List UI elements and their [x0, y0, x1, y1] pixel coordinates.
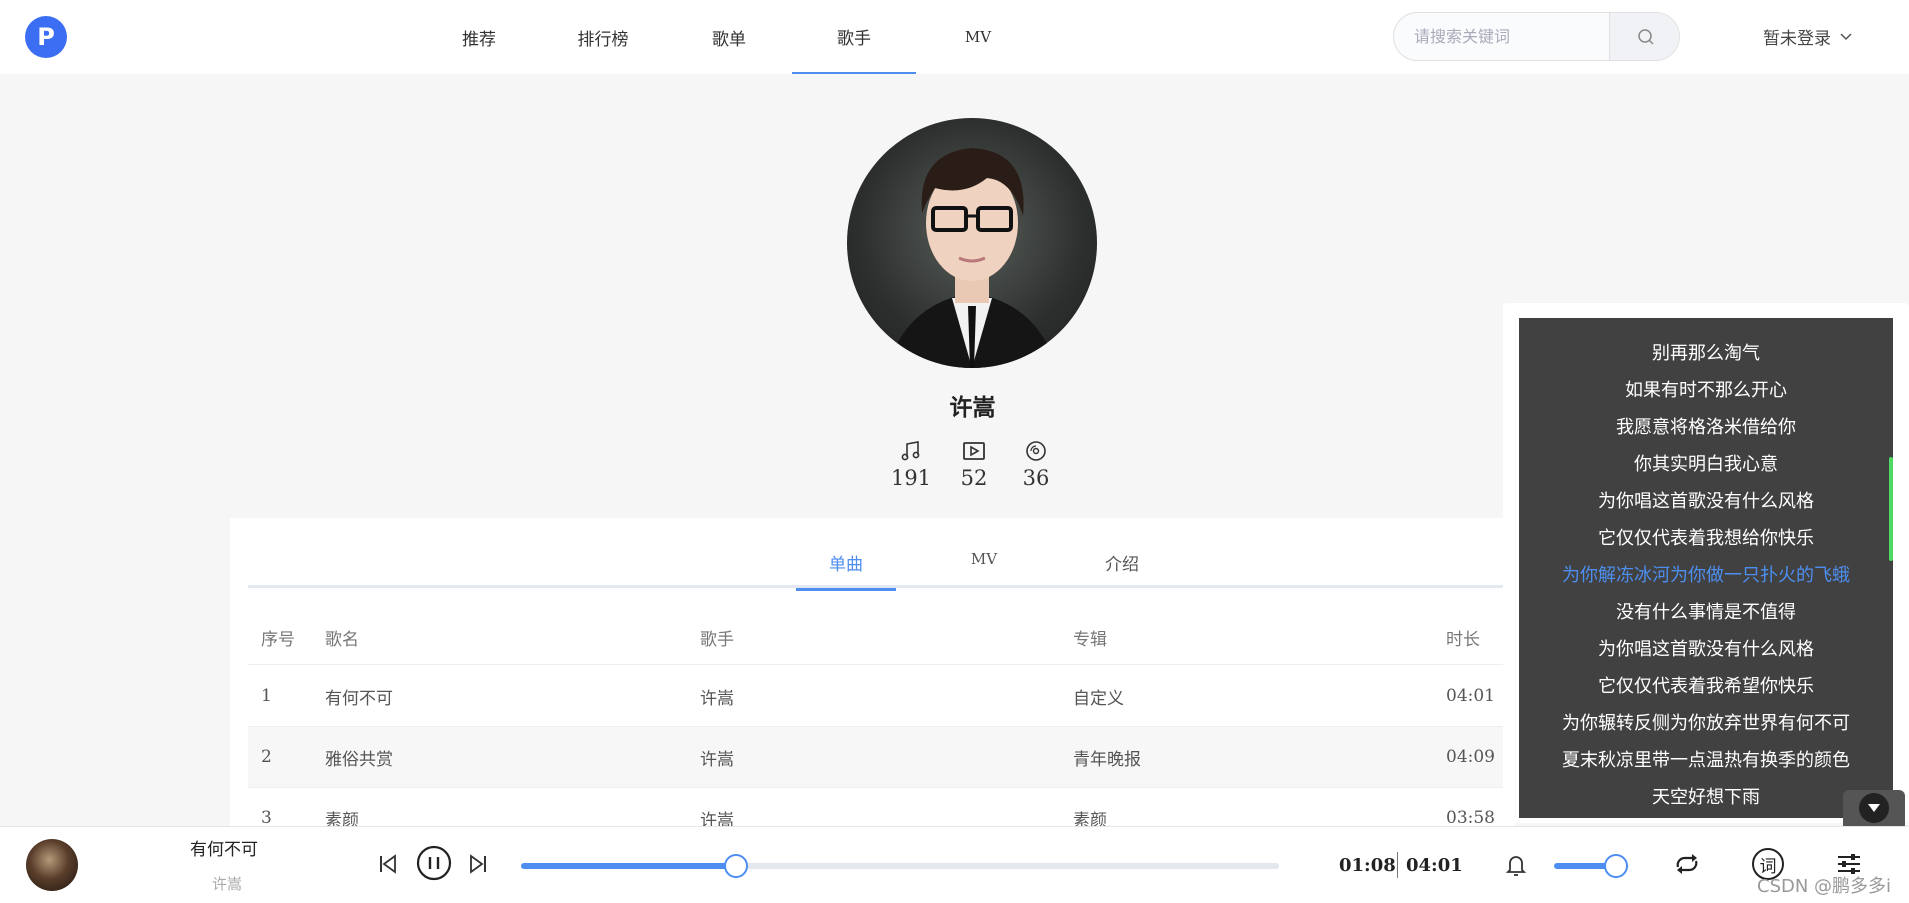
music-note-icon — [901, 441, 920, 461]
watermark: CSDN @鹏多多i — [1757, 876, 1892, 897]
artist-photo — [887, 148, 1057, 368]
volume-slider[interactable] — [1554, 854, 1629, 878]
artist-stats: 191 52 36 — [880, 440, 1070, 500]
lyrics-panel: 别再那么淘气 如果有时不那么开心 我愿意将格洛米借给你 你其实明白我心意 为你唱… — [1503, 303, 1909, 823]
artist-avatar — [847, 118, 1097, 368]
now-playing-title[interactable]: 有何不可 — [190, 835, 258, 860]
lyrics-collapse-button[interactable] — [1843, 790, 1905, 826]
tab-intro[interactable]: 介绍 — [1072, 550, 1172, 588]
row-name[interactable]: 雅俗共赏 — [325, 727, 393, 787]
lyric-line: 我愿意将格洛米借给你 — [1616, 417, 1796, 438]
lyric-line: 你其实明白我心意 — [1634, 454, 1778, 475]
lyric-line: 它仅仅代表着我想给你快乐 — [1598, 528, 1814, 549]
skip-next-icon — [470, 854, 486, 874]
lyric-line-current: 为你解冻冰河为你做一只扑火的飞蛾 — [1562, 565, 1850, 586]
lyrics-scrollbar[interactable] — [1889, 457, 1893, 561]
song-count: 191 — [890, 466, 932, 490]
app-logo[interactable]: P — [25, 16, 67, 58]
row-index: 2 — [261, 747, 272, 767]
album-disc-icon — [1026, 441, 1046, 461]
player-bar: 有何不可 许嵩 01:08 04:01 词 — [0, 826, 1909, 903]
bell-icon — [1505, 856, 1527, 876]
chevron-down-icon — [1840, 32, 1852, 40]
lyric-line: 如果有时不那么开心 — [1625, 380, 1787, 401]
top-header: P 推荐 排行榜 歌单 歌手 MV 暂未登录 — [0, 0, 1909, 74]
artist-name: 许嵩 — [949, 394, 996, 421]
lyric-line: 它仅仅代表着我希望你快乐 — [1598, 676, 1814, 697]
row-duration: 04:01 — [1446, 686, 1495, 706]
col-album: 专辑 — [1073, 629, 1107, 650]
prev-button[interactable] — [378, 853, 398, 875]
lyrics-scroll-area[interactable]: 别再那么淘气 如果有时不那么开心 我愿意将格洛米借给你 你其实明白我心意 为你唱… — [1519, 318, 1893, 818]
lyric-line: 为你辗转反侧为你放弃世界有何不可 — [1562, 713, 1850, 734]
search-box — [1393, 12, 1680, 61]
table-row[interactable]: 2 雅俗共赏 许嵩 青年晚报 04:09 — [248, 727, 1515, 788]
col-index: 序号 — [261, 629, 295, 650]
search-input[interactable] — [1394, 13, 1609, 60]
volume-handle[interactable] — [1603, 854, 1628, 878]
skip-previous-icon — [380, 854, 396, 874]
total-time: 04:01 — [1406, 855, 1463, 876]
nav-artists[interactable]: 歌手 — [792, 0, 916, 74]
lyric-line: 天空好想下雨 — [1652, 787, 1760, 808]
progress-bar[interactable] — [521, 854, 1279, 878]
col-name: 歌名 — [325, 629, 359, 650]
nav-playlists[interactable]: 歌单 — [667, 0, 791, 74]
lyric-line: 为你唱这首歌没有什么风格 — [1598, 491, 1814, 512]
row-name[interactable]: 有何不可 — [325, 666, 393, 726]
login-dropdown[interactable]: 暂未登录 — [1763, 24, 1853, 49]
current-time: 01:08 — [1339, 855, 1396, 876]
row-singer[interactable]: 许嵩 — [700, 666, 734, 726]
artist-tabs: 单曲 MV 介绍 — [248, 518, 1515, 591]
col-duration: 时长 — [1446, 629, 1480, 650]
row-singer[interactable]: 许嵩 — [700, 727, 734, 787]
tab-songs[interactable]: 单曲 — [796, 550, 896, 591]
col-singer: 歌手 — [700, 629, 734, 650]
notification-button[interactable] — [1505, 853, 1527, 877]
lyric-line: 别再那么淘气 — [1652, 343, 1760, 364]
row-album[interactable]: 自定义 — [1073, 666, 1124, 726]
nav-mv[interactable]: MV — [916, 0, 1040, 74]
login-label: 暂未登录 — [1763, 29, 1831, 49]
collapse-circle — [1859, 793, 1889, 823]
video-icon — [963, 442, 985, 460]
lyric-line: 为你唱这首歌没有什么风格 — [1598, 639, 1814, 660]
row-album[interactable]: 青年晚报 — [1073, 727, 1141, 787]
nav-charts[interactable]: 排行榜 — [541, 0, 665, 74]
now-playing-cover[interactable] — [26, 839, 78, 891]
loop-button[interactable] — [1673, 852, 1701, 876]
lyric-line-partial — [1519, 318, 1893, 327]
nav-recommend[interactable]: 推荐 — [417, 0, 541, 74]
pause-icon — [416, 845, 452, 881]
progress-handle[interactable] — [723, 854, 748, 878]
lyric-line: 没有什么事情是不值得 — [1616, 602, 1796, 623]
pause-button[interactable] — [416, 845, 452, 881]
next-button[interactable] — [468, 853, 488, 875]
song-list-card: 单曲 MV 介绍 序号 歌名 歌手 专辑 时长 1 有何不可 许嵩 自定义 04… — [230, 518, 1515, 849]
row-index: 1 — [261, 686, 272, 706]
progress-fill — [521, 863, 736, 869]
album-count: 36 — [1022, 466, 1050, 490]
search-button[interactable] — [1609, 13, 1679, 60]
lyric-line: 夏末秋凉里带一点温热有换季的颜色 — [1562, 750, 1850, 771]
row-duration: 04:09 — [1446, 747, 1495, 767]
time-separator — [1397, 852, 1398, 878]
table-header: 序号 歌名 歌手 专辑 时长 — [248, 610, 1515, 665]
repeat-icon — [1676, 854, 1698, 874]
tab-mv[interactable]: MV — [934, 550, 1034, 588]
table-row[interactable]: 1 有何不可 许嵩 自定义 04:01 — [248, 666, 1515, 727]
now-playing-artist[interactable]: 许嵩 — [212, 873, 242, 894]
stat-mvs[interactable]: 52 — [943, 440, 1005, 490]
stat-albums[interactable]: 36 — [1005, 440, 1067, 490]
mv-count: 52 — [960, 466, 988, 490]
stat-songs[interactable]: 191 — [880, 440, 942, 490]
search-icon — [1637, 28, 1654, 45]
caret-down-icon — [1868, 804, 1880, 812]
